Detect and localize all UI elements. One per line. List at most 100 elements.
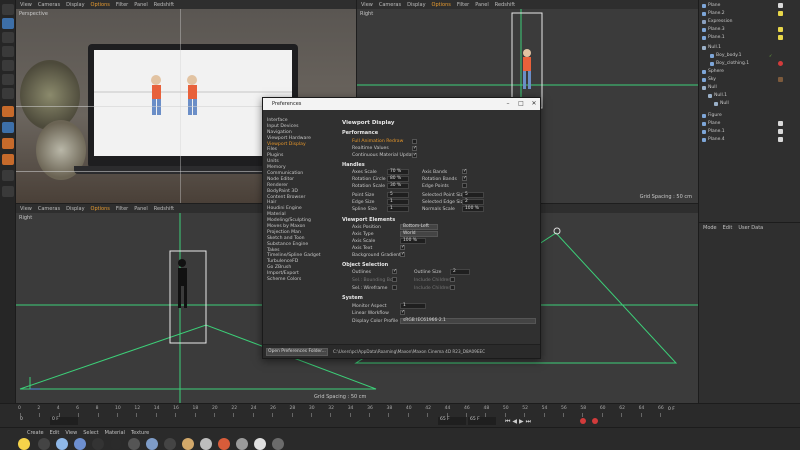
object-row[interactable]: Sky — [699, 76, 800, 83]
menu-texture[interactable]: Texture — [131, 430, 149, 436]
menu-edit[interactable]: Edit — [723, 225, 733, 231]
axis-position-dropdown[interactable]: Bottom-Left — [400, 224, 438, 230]
menu-filter[interactable]: Filter — [116, 2, 128, 8]
background-gradient-checkbox[interactable] — [400, 251, 405, 257]
menu-view[interactable]: View — [361, 2, 373, 8]
open-preferences-folder-button[interactable]: Open Preferences Folder... — [266, 348, 328, 356]
object-row[interactable]: Plane.1 — [699, 34, 800, 41]
brush-icon[interactable] — [2, 138, 14, 149]
selected-edge-size-field[interactable]: 2 — [462, 199, 484, 205]
object-row[interactable]: Null — [699, 84, 800, 91]
material-swatch[interactable] — [110, 438, 122, 450]
visible-check-icon[interactable]: ✓ — [769, 53, 773, 58]
material-tag-icon[interactable] — [778, 77, 783, 82]
menu-options[interactable]: Options — [91, 206, 110, 212]
material-tag-icon[interactable] — [778, 11, 783, 16]
material-tag-icon[interactable] — [778, 35, 783, 40]
menu-view[interactable]: View — [20, 2, 32, 8]
full-animation-redraw-checkbox[interactable] — [412, 139, 417, 144]
material-swatch[interactable] — [200, 438, 212, 450]
live-selection-icon[interactable] — [2, 106, 14, 117]
material-tag-icon[interactable] — [778, 61, 783, 66]
material-swatch[interactable] — [56, 438, 68, 450]
material-swatch[interactable] — [182, 438, 194, 450]
axes-scale-field[interactable]: 70 % — [387, 169, 409, 175]
workplane-icon[interactable] — [2, 170, 14, 181]
snap-icon[interactable] — [2, 122, 14, 133]
menu-display[interactable]: Display — [66, 206, 84, 212]
point-size-field[interactable]: 5 — [387, 192, 409, 198]
timeline[interactable]: 0 2 4 6 8 10 12 14 16 18 20 22 24 26 28 30 32 34 36 38 40 42 4… — [0, 403, 800, 427]
menu-cameras[interactable]: Cameras — [38, 2, 60, 8]
object-row[interactable]: Plane.4 — [699, 136, 800, 143]
magnet-icon[interactable] — [2, 154, 14, 165]
normals-scale-field[interactable]: 100 % — [462, 206, 484, 212]
nav-item-scheme-colors[interactable]: Scheme Colors — [267, 277, 337, 283]
material-swatch[interactable] — [218, 438, 230, 450]
edges-mode-icon[interactable] — [2, 74, 14, 85]
material-swatch[interactable] — [146, 438, 158, 450]
lock-icon[interactable] — [2, 186, 14, 197]
spline-size-field[interactable]: 1 — [387, 206, 409, 212]
material-swatch[interactable] — [254, 438, 266, 450]
material-swatch[interactable] — [272, 438, 284, 450]
menu-edit[interactable]: Edit — [50, 430, 60, 436]
menu-options[interactable]: Options — [432, 2, 451, 8]
rotation-bands-checkbox[interactable] — [462, 175, 467, 181]
material-tag-icon[interactable] — [778, 137, 783, 142]
axis-type-dropdown[interactable]: World — [400, 231, 438, 237]
material-tag-icon[interactable] — [778, 121, 783, 126]
rotation-circle-field[interactable]: 80 % — [387, 176, 409, 182]
menu-display[interactable]: Display — [407, 2, 425, 8]
edge-points-checkbox[interactable] — [462, 183, 467, 188]
object-row[interactable]: Boy_body.1 ✓ — [699, 52, 800, 59]
object-row[interactable]: Plane — [699, 120, 800, 127]
material-swatch[interactable] — [38, 438, 50, 450]
playback-controls-icon[interactable]: ⏮◀▶⏭ — [505, 418, 533, 426]
axis-bands-checkbox[interactable] — [462, 168, 467, 174]
object-row[interactable]: Expression — [699, 18, 800, 25]
material-swatch[interactable] — [18, 438, 30, 450]
maximize-icon[interactable]: □ — [515, 98, 527, 110]
minimize-icon[interactable]: – — [502, 98, 514, 110]
menu-mode[interactable]: Mode — [703, 225, 717, 231]
object-row[interactable]: Null.1 — [699, 44, 800, 51]
edge-size-field[interactable]: 1 — [387, 199, 409, 205]
menu-select[interactable]: Select — [83, 430, 98, 436]
menu-panel[interactable]: Panel — [134, 206, 148, 212]
menu-material[interactable]: Material — [105, 430, 125, 436]
display-color-profile-dropdown[interactable]: sRGB IEC61966-2.1 — [400, 318, 536, 324]
object-row[interactable]: Plane.2 — [699, 10, 800, 17]
include-children-checkbox[interactable] — [450, 277, 455, 282]
menu-view[interactable]: View — [20, 206, 32, 212]
object-row[interactable]: Boy_clothing.1 — [699, 60, 800, 67]
menu-options[interactable]: Options — [91, 2, 110, 8]
menu-user-data[interactable]: User Data — [738, 225, 763, 231]
record-icon[interactable] — [580, 418, 586, 424]
menu-redshift[interactable]: Redshift — [154, 206, 174, 212]
model-mode-icon[interactable] — [2, 18, 14, 29]
material-tag-icon[interactable] — [778, 27, 783, 32]
sel-wireframe-checkbox[interactable] — [392, 285, 397, 290]
menu-redshift[interactable]: Redshift — [495, 2, 515, 8]
axis-text-checkbox[interactable] — [400, 244, 405, 250]
material-swatch[interactable] — [74, 438, 86, 450]
object-row[interactable]: Plane.1 — [699, 128, 800, 135]
material-tag-icon[interactable] — [778, 129, 783, 134]
material-swatch[interactable] — [236, 438, 248, 450]
object-row[interactable]: Sphere — [699, 68, 800, 75]
include-children-checkbox[interactable] — [450, 285, 455, 290]
material-swatch[interactable] — [164, 438, 176, 450]
menu-cameras[interactable]: Cameras — [38, 206, 60, 212]
material-tag-icon[interactable] — [778, 3, 783, 8]
object-row[interactable]: Null.1 — [699, 92, 800, 99]
continuous-material-update-checkbox[interactable] — [412, 152, 417, 158]
menu-cameras[interactable]: Cameras — [379, 2, 401, 8]
texture-mode-icon[interactable] — [2, 32, 14, 43]
menu-redshift[interactable]: Redshift — [154, 2, 174, 8]
axis-mode-icon[interactable] — [2, 46, 14, 57]
rotation-scale-field[interactable]: 30 % — [387, 183, 409, 189]
sel-bounding-box-checkbox[interactable] — [392, 277, 397, 282]
object-row[interactable]: Plane.3 — [699, 26, 800, 33]
linear-workflow-checkbox[interactable] — [400, 309, 405, 315]
